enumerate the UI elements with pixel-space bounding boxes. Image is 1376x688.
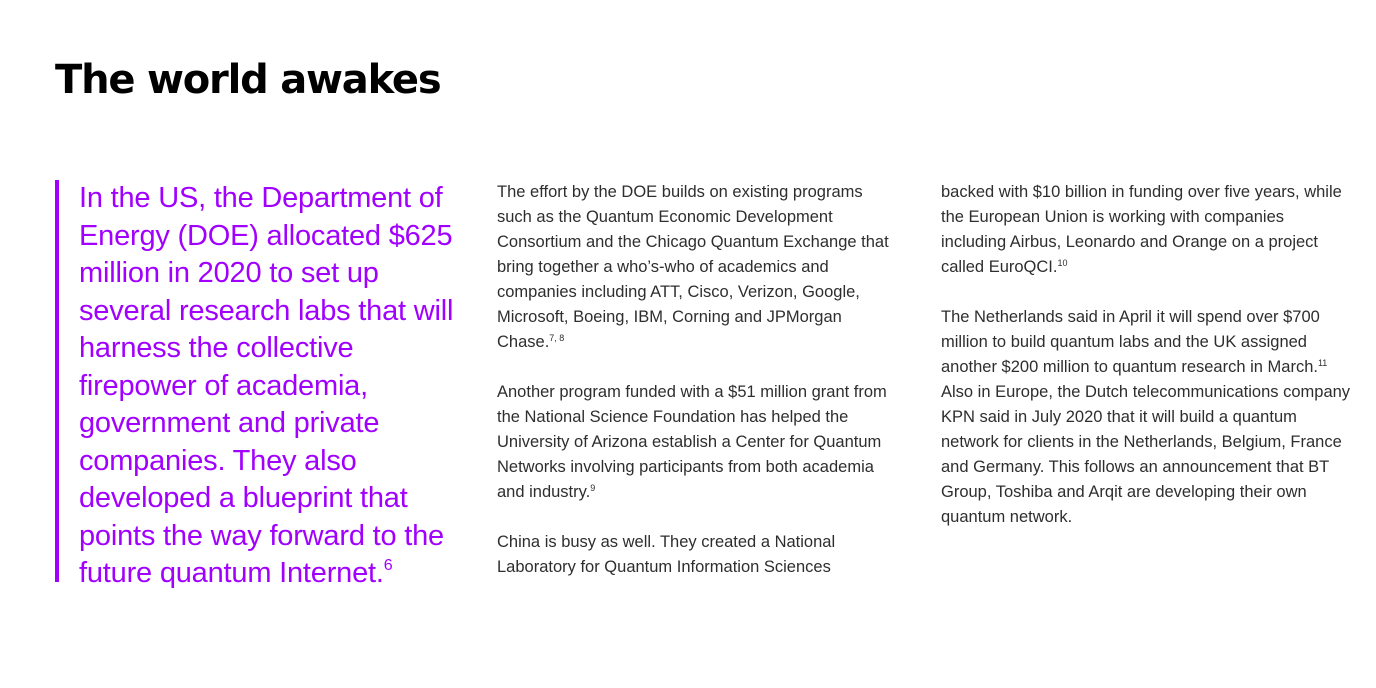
- footnote-ref: 7, 8: [549, 333, 565, 343]
- paragraph: backed with $10 billion in funding over …: [941, 180, 1351, 280]
- pull-quote-text: In the US, the Department of Energy (DOE…: [79, 180, 475, 593]
- paragraph-text: The effort by the DOE builds on existing…: [497, 183, 889, 351]
- pull-quote: In the US, the Department of Energy (DOE…: [55, 180, 475, 589]
- footnote-ref: 10: [1057, 258, 1068, 268]
- footnote-ref: 9: [590, 483, 596, 493]
- paragraph-text: Another program funded with a $51 millio…: [497, 383, 887, 501]
- paragraph-text: China is busy as well. They created a Na…: [497, 533, 836, 576]
- paragraph: China is busy as well. They created a Na…: [497, 530, 902, 580]
- pull-quote-body: In the US, the Department of Energy (DOE…: [79, 182, 454, 589]
- page-title: The world awakes: [55, 57, 442, 103]
- footnote-ref: 11: [1317, 358, 1328, 368]
- footnote-ref: 6: [383, 557, 393, 574]
- paragraph-text: Also in Europe, the Dutch telecommunicat…: [941, 383, 1351, 526]
- paragraph: The effort by the DOE builds on existing…: [497, 180, 902, 355]
- body-column-3: backed with $10 billion in funding over …: [941, 180, 1351, 555]
- paragraph: The Netherlands said in April it will sp…: [941, 305, 1351, 530]
- paragraph-text: The Netherlands said in April it will sp…: [941, 308, 1320, 376]
- body-column-2: The effort by the DOE builds on existing…: [497, 180, 902, 605]
- paragraph-text: backed with $10 billion in funding over …: [941, 183, 1342, 276]
- paragraph: Another program funded with a $51 millio…: [497, 380, 902, 505]
